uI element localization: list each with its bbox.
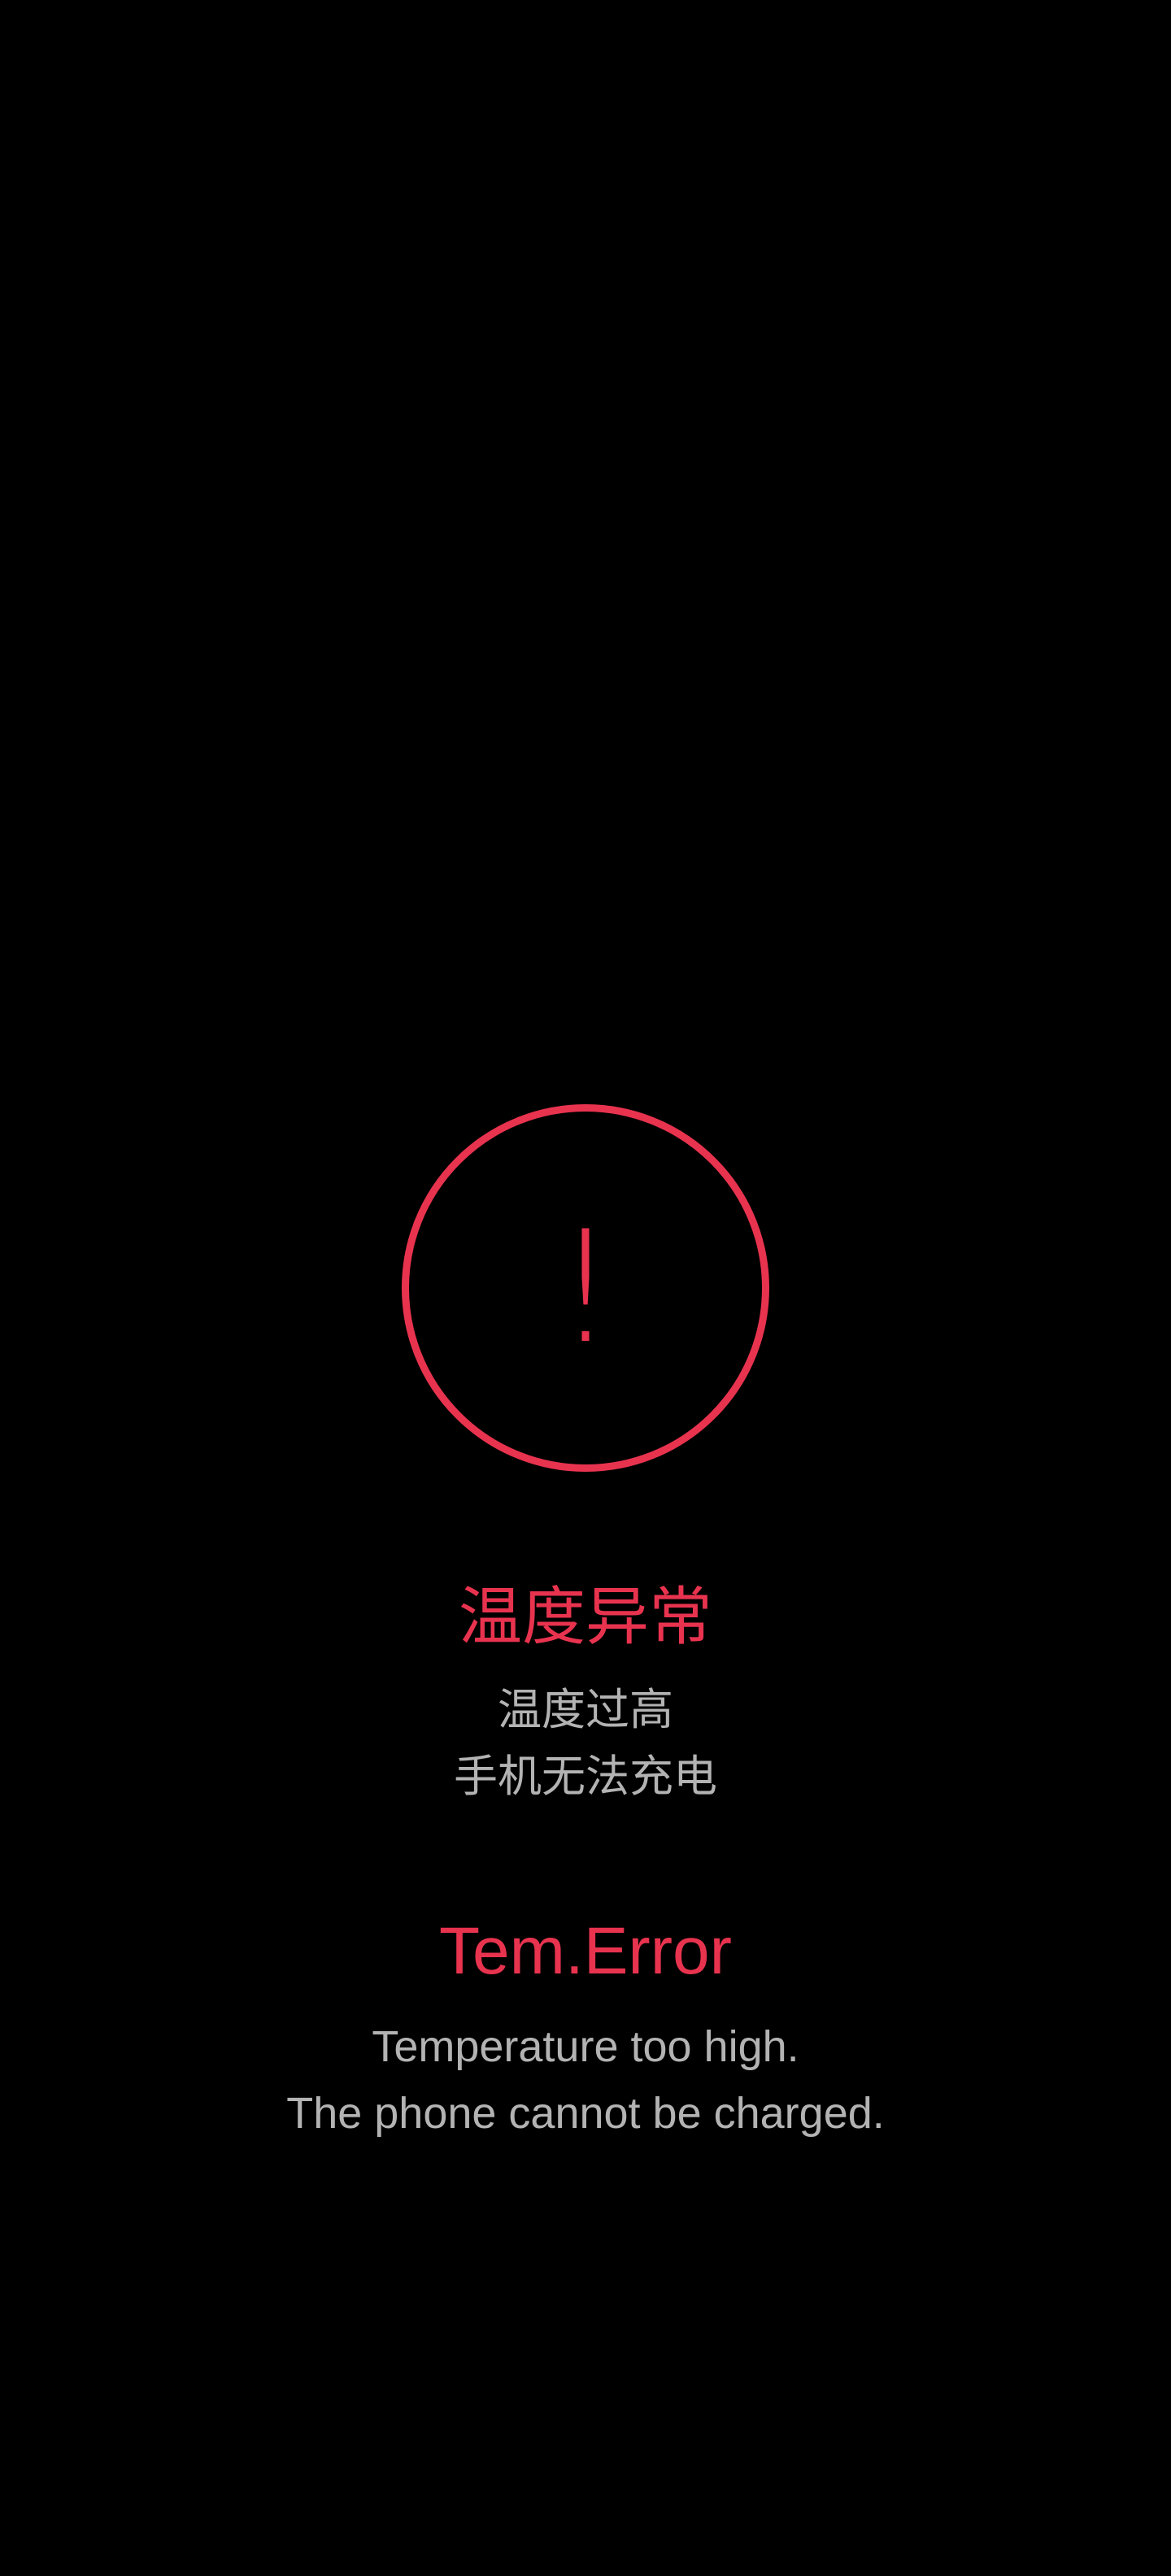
exclamation-mark: !	[554, 1198, 617, 1377]
charging-error-screen: ! 温度异常 温度过高 手机无法充电 Tem.Error Temperature…	[0, 0, 1171, 2576]
error-message-english-line2: The phone cannot be charged.	[286, 2089, 885, 2138]
error-title-chinese: 温度异常	[458, 1581, 712, 1652]
error-message-chinese-line1: 温度过高	[498, 1686, 673, 1734]
exclamation-circle-icon: !	[402, 1104, 769, 1472]
error-title-english: Tem.Error	[439, 1914, 732, 1988]
error-message-chinese-line2: 手机无法充电	[454, 1752, 717, 1801]
error-message-english-line1: Temperature too high.	[372, 2022, 799, 2071]
